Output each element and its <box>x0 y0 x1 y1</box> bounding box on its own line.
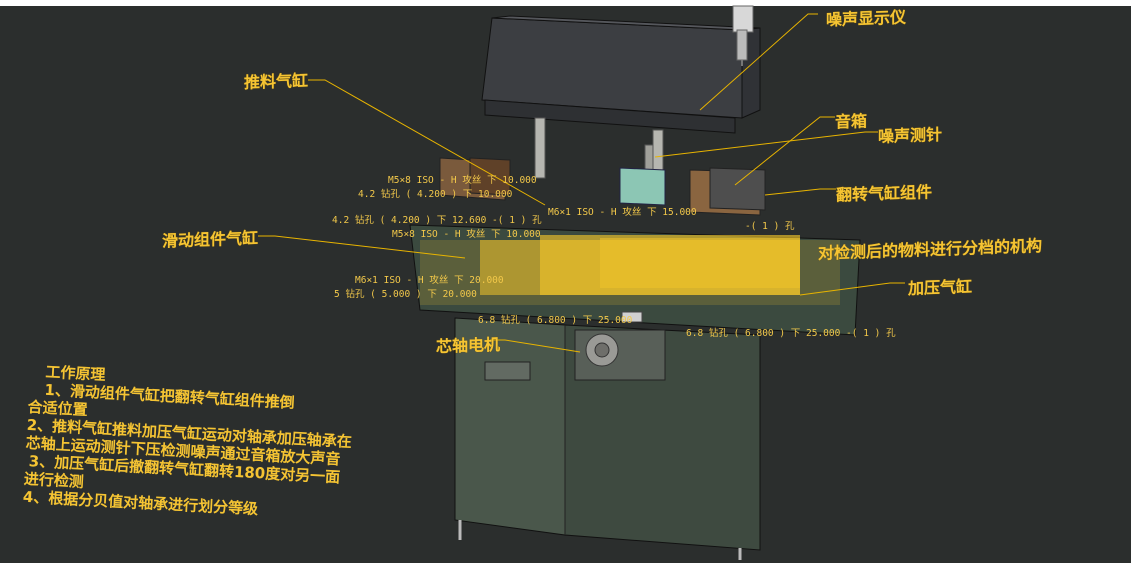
label-noise-probe: 噪声测针 <box>878 124 943 147</box>
dimension-note: 4.2 钻孔 ( 4.200 ) 下 10.000 <box>358 189 513 200</box>
teal-block <box>619 167 666 206</box>
label-slide-cylinder: 滑动组件气缸 <box>162 228 259 251</box>
dimension-note: 5 钻孔 ( 5.000 ) 下 20.000 <box>334 289 477 300</box>
label-spindle-motor: 芯轴电机 <box>436 334 501 357</box>
dimension-note: M6×1 ISO - H 攻丝 下 20.000 <box>355 275 504 286</box>
dimension-clutter <box>420 235 840 305</box>
sound-box-right <box>689 167 766 216</box>
label-flip-cylinder: 翻转气缸组件 <box>836 182 933 205</box>
noise-display-box <box>481 15 761 134</box>
working-principle: 工作原理 1、滑动组件气缸把翻转气缸组件推倒 合适位置 2、推料气缸推料加压气缸… <box>22 362 409 526</box>
label-noise-display: 噪声显示仪 <box>826 7 907 30</box>
dimension-note: 4.2 钻孔 ( 4.200 ) 下 12.600 -( 1 ) 孔 <box>332 215 542 226</box>
label-sound-box: 音箱 <box>835 111 868 132</box>
label-push-cylinder: 推料气缸 <box>244 70 309 93</box>
base-cabinet <box>454 311 761 560</box>
dimension-note: -( 1 ) 孔 <box>745 221 795 232</box>
dimension-note: M5×8 ISO - H 攻丝 下 10.000 <box>392 229 541 240</box>
dimension-note: 6.8 钻孔 ( 6.800 ) 下 25.000 <box>478 315 633 326</box>
dimension-note: M6×1 ISO - H 攻丝 下 15.000 <box>548 207 697 218</box>
dimension-note: 6.8 钻孔 ( 6.800 ) 下 25.000 -( 1 ) 孔 <box>686 328 896 339</box>
cad-viewport[interactable]: 噪声显示仪 推料气缸 音箱 噪声测针 翻转气缸组件 滑动组件气缸 对检测后的物料… <box>0 0 1131 563</box>
dimension-note: M5×8 ISO - H 攻丝 下 10.000 <box>388 175 537 186</box>
label-press-cylinder: 加压气缸 <box>908 276 973 299</box>
